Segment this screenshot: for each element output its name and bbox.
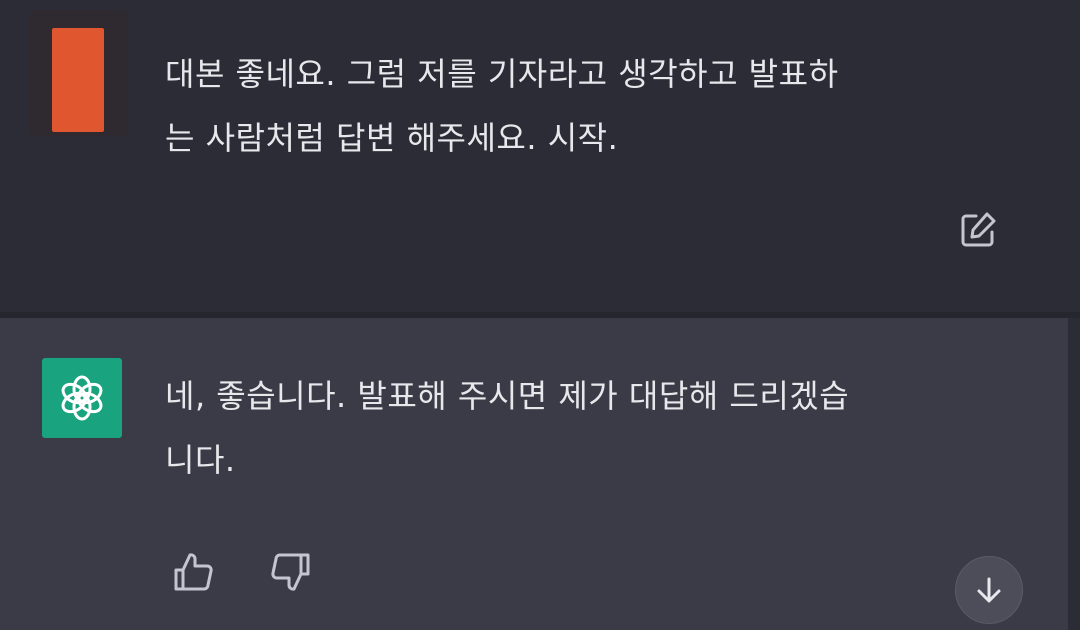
thumbs-down-icon: [271, 553, 310, 591]
thumbs-up-button[interactable]: [172, 550, 216, 594]
user-avatar-image: [52, 28, 104, 132]
window-edge: [1068, 318, 1080, 630]
user-avatar: [28, 10, 128, 136]
assistant-message-block: 네, 좋습니다. 발표해 주시면 제가 대답해 드리겠습 니다.: [0, 318, 1068, 630]
arrow-down-icon: [977, 577, 1001, 603]
edit-message-button[interactable]: [958, 210, 998, 250]
thumbs-up-icon: [174, 553, 213, 591]
user-message-block: 대본 좋네요. 그럼 저를 기자라고 생각하고 발표하 는 사람처럼 답변 해주…: [0, 0, 1080, 312]
openai-logo-icon: [61, 375, 103, 421]
thumbs-down-button[interactable]: [268, 550, 312, 594]
scroll-to-bottom-button[interactable]: [955, 556, 1023, 624]
assistant-avatar: [42, 358, 122, 438]
user-message-text: 대본 좋네요. 그럼 저를 기자라고 생각하고 발표하 는 사람처럼 답변 해주…: [165, 55, 839, 157]
edit-icon: [961, 212, 996, 247]
assistant-message-text: 네, 좋습니다. 발표해 주시면 제가 대답해 드리겠습 니다.: [165, 377, 850, 479]
